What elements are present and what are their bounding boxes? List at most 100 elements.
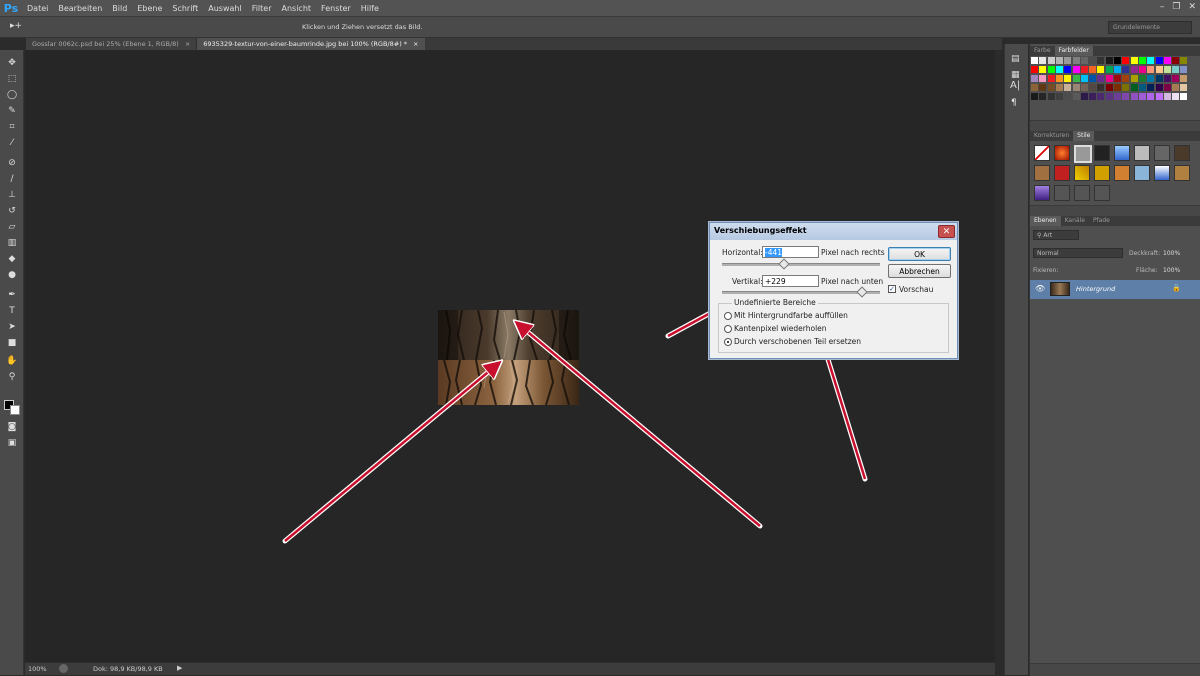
style-empty-1[interactable] (1054, 185, 1070, 201)
close-icon[interactable]: ✕ (1188, 2, 1196, 12)
color-swatch[interactable] (1072, 66, 1080, 73)
color-swatch[interactable] (1180, 66, 1188, 73)
color-swatch[interactable] (1089, 93, 1097, 100)
horizontal-input[interactable]: -441 (762, 246, 819, 258)
color-swatch[interactable] (1039, 66, 1047, 73)
color-swatch[interactable] (1147, 66, 1155, 73)
color-swatch[interactable] (1130, 93, 1138, 100)
minimize-icon[interactable]: – (1160, 2, 1165, 12)
zoom-level[interactable]: 100% (28, 665, 47, 673)
quick-select-tool-icon[interactable]: ✎ (4, 104, 20, 118)
color-swatch[interactable] (1097, 75, 1105, 82)
color-swatch[interactable] (1114, 66, 1121, 73)
color-swatch[interactable] (1130, 57, 1138, 64)
style-orange[interactable] (1114, 165, 1130, 181)
menu-filter[interactable]: Filter (247, 4, 277, 13)
color-swatch[interactable] (1122, 84, 1130, 91)
color-swatch[interactable] (1055, 75, 1063, 82)
color-swatch[interactable] (1039, 84, 1047, 91)
color-swatch[interactable] (1122, 57, 1130, 64)
option-wrap-around[interactable]: Durch verschobenen Teil ersetzen (734, 337, 861, 346)
color-swatch[interactable] (1064, 75, 1072, 82)
color-swatch[interactable] (1080, 57, 1088, 64)
color-swatch[interactable] (1172, 75, 1180, 82)
tab-korrekturen[interactable]: Korrekturen (1030, 131, 1073, 141)
color-swatch[interactable] (1155, 57, 1163, 64)
color-swatch[interactable] (1080, 84, 1088, 91)
color-swatch[interactable] (1138, 93, 1146, 100)
color-swatch[interactable] (1039, 75, 1047, 82)
color-swatch[interactable] (1163, 57, 1171, 64)
color-swatch[interactable] (1122, 66, 1130, 73)
move-tool-icon[interactable]: ✥ (4, 56, 20, 70)
color-swatch[interactable] (1064, 93, 1072, 100)
tab-gosslar[interactable]: Gosslar 0062c.psd bei 25% (Ebene 1, RGB/… (26, 38, 198, 50)
menu-ansicht[interactable]: Ansicht (277, 4, 317, 13)
color-swatch[interactable] (1180, 93, 1188, 100)
color-swatch[interactable] (1172, 57, 1180, 64)
tab-close-icon[interactable]: × (185, 40, 190, 48)
layer-filter-select[interactable]: ⚲ Art (1033, 230, 1079, 240)
marquee-tool-icon[interactable]: ⬚ (4, 72, 20, 86)
tab-farbfelder[interactable]: Farbfelder (1054, 46, 1093, 56)
properties-panel-icon[interactable]: ▦ (1011, 70, 1023, 80)
color-swatch[interactable] (1072, 93, 1080, 100)
style-dark[interactable] (1094, 145, 1110, 161)
preview-checkbox[interactable]: ✓ (888, 285, 896, 293)
color-swatch[interactable] (1114, 57, 1121, 64)
color-swatch[interactable] (1105, 57, 1113, 64)
color-swatch[interactable] (1097, 84, 1105, 91)
color-swatch[interactable] (1122, 93, 1130, 100)
color-swatch[interactable] (1055, 84, 1063, 91)
tab-ebenen[interactable]: Ebenen (1030, 216, 1061, 226)
dodge-tool-icon[interactable]: ● (4, 268, 20, 282)
radio-wrap-around[interactable] (724, 338, 732, 346)
style-light-blue[interactable] (1134, 165, 1150, 181)
color-swatch[interactable] (1080, 93, 1088, 100)
color-swatch[interactable] (1047, 93, 1055, 100)
color-swatch[interactable] (1114, 93, 1121, 100)
color-swatch[interactable] (1097, 57, 1105, 64)
eraser-tool-icon[interactable]: ▱ (4, 220, 20, 234)
option-repeat-edge[interactable]: Kantenpixel wiederholen (734, 324, 827, 333)
brush-tool-icon[interactable]: ∕ (4, 172, 20, 186)
paragraph-panel-icon[interactable]: ¶ (1011, 98, 1023, 108)
color-swatch[interactable] (1031, 75, 1038, 82)
ok-button[interactable]: OK (888, 247, 951, 261)
color-swatch[interactable] (1138, 57, 1146, 64)
zoom-tool-icon[interactable]: ⚲ (4, 370, 20, 384)
character-panel-icon[interactable]: A| (1010, 80, 1024, 92)
color-swatch[interactable] (1130, 84, 1138, 91)
color-swatch[interactable] (1114, 75, 1121, 82)
menu-hilfe[interactable]: Hilfe (356, 4, 384, 13)
color-swatch[interactable] (1138, 84, 1146, 91)
color-swatch[interactable] (1072, 84, 1080, 91)
color-swatch[interactable] (1163, 66, 1171, 73)
blend-mode-select[interactable]: Normal (1033, 248, 1123, 258)
color-swatch[interactable] (1163, 75, 1171, 82)
tab-stile[interactable]: Stile (1073, 131, 1095, 141)
color-swatch[interactable] (1155, 66, 1163, 73)
color-swatch[interactable] (1047, 57, 1055, 64)
color-swatch[interactable] (1138, 75, 1146, 82)
horizontal-slider[interactable] (722, 263, 880, 266)
color-swatch[interactable] (1172, 93, 1180, 100)
style-brown[interactable] (1174, 145, 1190, 161)
color-swatch[interactable] (1105, 93, 1113, 100)
color-swatch[interactable] (1155, 84, 1163, 91)
screen-mode-icon[interactable]: ▣ (4, 436, 20, 450)
color-swatch[interactable] (1055, 93, 1063, 100)
color-swatch[interactable] (1147, 75, 1155, 82)
cancel-button[interactable]: Abbrechen (888, 264, 951, 278)
style-empty-3[interactable] (1094, 185, 1110, 201)
color-swatch[interactable] (1172, 84, 1180, 91)
color-swatch[interactable] (1105, 66, 1113, 73)
style-none[interactable] (1034, 145, 1050, 161)
horizontal-slider-thumb[interactable] (778, 258, 790, 270)
pen-tool-icon[interactable]: ✒ (4, 288, 20, 302)
menu-auswahl[interactable]: Auswahl (203, 4, 246, 13)
gradient-tool-icon[interactable]: ▥ (4, 236, 20, 250)
color-swatch[interactable] (1089, 75, 1097, 82)
opacity-value[interactable]: 100% (1163, 250, 1180, 257)
color-swatch[interactable] (1080, 66, 1088, 73)
